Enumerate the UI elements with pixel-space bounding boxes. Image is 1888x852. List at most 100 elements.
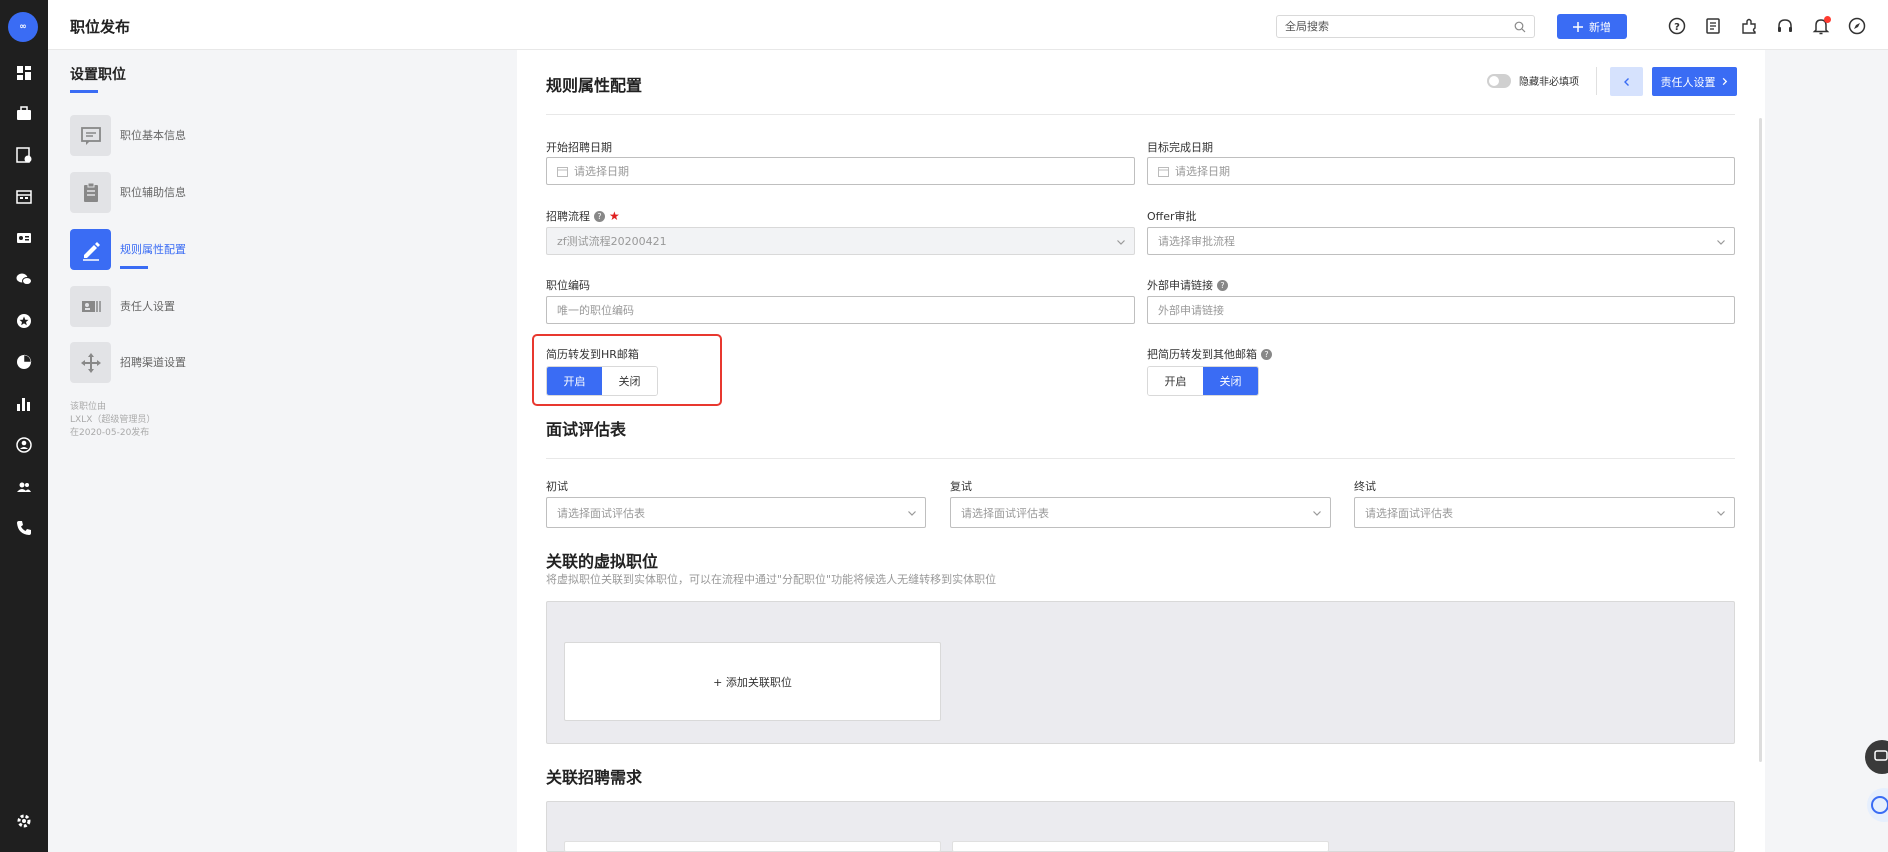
placeholder: 请选择面试评估表 <box>1365 506 1453 520</box>
toggle-on-option[interactable]: 开启 <box>547 367 602 395</box>
process-select[interactable]: zf测试流程20200421 <box>546 227 1135 255</box>
toggle-switch[interactable] <box>1487 73 1511 88</box>
chat-box-icon <box>70 115 111 156</box>
code-label: 职位编码 <box>546 277 590 293</box>
user-circle-icon[interactable] <box>15 436 33 454</box>
add-linked-position-label: + 添加关联职位 <box>713 675 792 689</box>
plus-icon <box>1573 21 1583 32</box>
team-icon[interactable] <box>15 478 33 496</box>
hide-optional-label: 隐藏非必填项 <box>1519 77 1579 88</box>
forward-other-toggle[interactable]: 开启 关闭 <box>1147 366 1259 396</box>
steps-title: 设置职位 <box>70 67 126 83</box>
help-circle-icon[interactable]: ? <box>1668 17 1686 35</box>
final-interview-select[interactable]: 请选择面试评估表 <box>1354 497 1735 528</box>
prev-step-button[interactable] <box>1610 67 1643 96</box>
headset-icon[interactable] <box>1776 17 1794 35</box>
toggle-on-option[interactable]: 开启 <box>1148 367 1203 395</box>
contact-card-icon <box>70 286 111 327</box>
help-icon[interactable]: ? <box>1217 279 1228 291</box>
add-linked-position-button[interactable]: + 添加关联职位 <box>564 642 941 721</box>
compass-icon[interactable] <box>1848 17 1866 35</box>
clipboard-icon <box>70 172 111 213</box>
step-owner-settings[interactable]: 责任人设置 <box>70 286 330 330</box>
external-link-input[interactable]: 外部申请链接 <box>1147 296 1735 324</box>
calendar-icon <box>557 166 568 177</box>
chat-float-icon[interactable] <box>1865 740 1888 774</box>
meta-line: 在2020-05-20发布 <box>70 428 150 438</box>
app-logo[interactable]: ∞ <box>8 12 38 42</box>
field-label: 简历转发到HR邮箱 <box>546 348 639 361</box>
new-button[interactable]: 新增 <box>1557 14 1627 39</box>
chevron-down-icon <box>1717 240 1725 245</box>
calendar-icon[interactable] <box>15 188 33 206</box>
resume-icon[interactable] <box>15 146 33 164</box>
new-button-label: 新增 <box>1589 20 1611 34</box>
search-input[interactable] <box>1277 16 1497 37</box>
left-icon-rail: ∞ <box>0 0 48 852</box>
search-icon[interactable] <box>1514 21 1526 33</box>
help-icon[interactable]: ? <box>1261 348 1272 360</box>
bell-icon[interactable] <box>1812 16 1831 35</box>
second-interview-select[interactable]: 请选择面试评估表 <box>950 497 1331 528</box>
placeholder: 请选择日期 <box>574 165 629 178</box>
code-input[interactable]: 唯一的职位编码 <box>546 296 1135 324</box>
placeholder: 外部申请链接 <box>1158 304 1224 317</box>
placeholder: 请选择面试评估表 <box>961 506 1049 520</box>
forward-hr-toggle[interactable]: 开启 关闭 <box>546 366 658 396</box>
first-interview-select[interactable]: 请选择面试评估表 <box>546 497 926 528</box>
assistant-float-icon[interactable] <box>1867 788 1888 822</box>
scrollbar[interactable] <box>1759 118 1762 762</box>
toggle-off-option[interactable]: 关闭 <box>602 367 657 395</box>
demand-card[interactable] <box>564 841 941 852</box>
step-aux-info[interactable]: 职位辅助信息 <box>70 172 330 216</box>
step-label: 规则属性配置 <box>120 243 186 256</box>
steps-panel: 设置职位 职位基本信息 职位辅助信息 规则属性配置 责任人设置 招聘渠道设置 该… <box>48 50 360 852</box>
next-step-button[interactable]: 责任人设置 <box>1652 67 1737 96</box>
step-basic-info[interactable]: 职位基本信息 <box>70 115 330 159</box>
document-icon[interactable] <box>1704 17 1722 35</box>
svg-text:?: ? <box>1674 22 1680 33</box>
offer-label: Offer审批 <box>1147 208 1197 224</box>
help-icon[interactable]: ? <box>594 210 605 222</box>
field-label: 初试 <box>546 480 568 493</box>
placeholder: 唯一的职位编码 <box>557 304 634 317</box>
hide-optional-toggle[interactable]: 隐藏非必填项 <box>1487 73 1579 88</box>
wechat-icon[interactable] <box>15 270 33 288</box>
publish-meta: 该职位由 LXLX（超级管理员） 在2020-05-20发布 <box>70 401 155 440</box>
bar-chart-icon[interactable] <box>15 395 33 413</box>
toggle-off-option[interactable]: 关闭 <box>1203 367 1258 395</box>
top-header: 职位发布 新增 ? <box>48 0 1888 50</box>
move-arrows-icon <box>70 342 111 383</box>
target-date-picker[interactable]: 请选择日期 <box>1147 157 1735 185</box>
briefcase-icon[interactable] <box>15 105 33 123</box>
global-search[interactable] <box>1276 15 1535 38</box>
step-rule-config[interactable]: 规则属性配置 <box>70 229 330 273</box>
dashboard-icon[interactable] <box>15 64 33 82</box>
second-interview-label: 复试 <box>950 478 972 494</box>
section-title-demand: 关联招聘需求 <box>546 768 643 787</box>
forward-hr-label: 简历转发到HR邮箱 <box>546 346 639 362</box>
start-date-picker[interactable]: 请选择日期 <box>546 157 1135 185</box>
placeholder: 请选择日期 <box>1175 165 1230 178</box>
placeholder: 请选择审批流程 <box>1158 235 1235 248</box>
divider <box>1596 67 1597 95</box>
virtual-note: 将虚拟职位关联到实体职位，可以在流程中通过"分配职位"功能将候选人无缝转移到实体… <box>546 573 997 586</box>
plugin-icon[interactable] <box>1740 17 1758 35</box>
pie-chart-icon[interactable] <box>15 353 33 371</box>
first-interview-label: 初试 <box>546 478 568 494</box>
step-label: 责任人设置 <box>120 300 175 313</box>
settings-icon[interactable] <box>15 812 33 830</box>
step-channel-settings[interactable]: 招聘渠道设置 <box>70 342 330 386</box>
star-badge-icon[interactable] <box>15 312 33 330</box>
select-value: zf测试流程20200421 <box>557 235 667 248</box>
offer-select[interactable]: 请选择审批流程 <box>1147 227 1735 255</box>
demand-card[interactable] <box>952 841 1329 852</box>
phone-icon[interactable] <box>15 519 33 537</box>
field-label: Offer审批 <box>1147 210 1197 223</box>
field-label: 复试 <box>950 480 972 493</box>
chevron-down-icon <box>908 511 916 516</box>
page-title: 职位发布 <box>70 18 131 36</box>
id-card-icon[interactable] <box>15 229 33 247</box>
chevron-right-icon <box>1722 77 1727 86</box>
right-gutter <box>1765 50 1888 852</box>
